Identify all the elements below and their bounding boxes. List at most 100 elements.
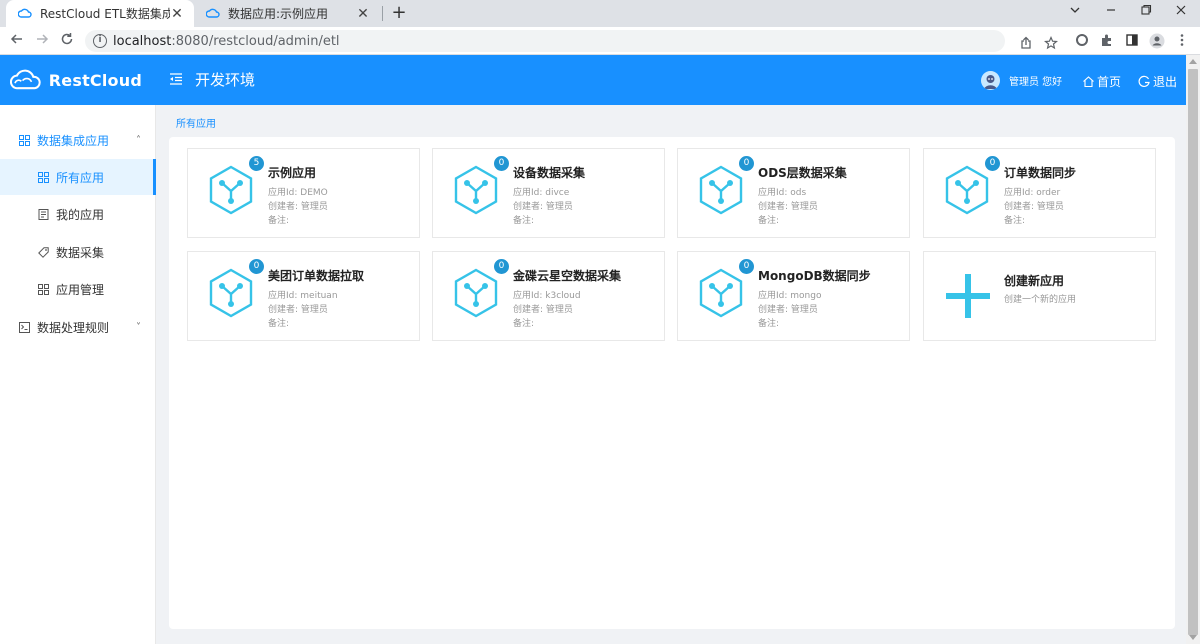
app-creator: 创建者: 管理员 <box>268 202 328 212</box>
app-id: 应用Id: DEMO <box>268 188 328 198</box>
app-note: 备注: <box>1004 216 1026 226</box>
app-creator: 创建者: 管理员 <box>758 305 818 315</box>
home-link[interactable]: 首页 <box>1082 73 1121 90</box>
app-creator: 创建者: 管理员 <box>513 305 573 315</box>
side-panel-icon[interactable] <box>1124 33 1140 49</box>
app-name: ODS层数据采集 <box>758 166 847 180</box>
user-greeting[interactable]: 管理员 您好 <box>1009 73 1062 88</box>
share-icon[interactable] <box>1018 36 1034 52</box>
sidebar-item-label: 数据采集 <box>56 245 105 260</box>
cloud-icon <box>206 7 220 21</box>
browser-menu-icon[interactable] <box>1174 33 1190 49</box>
logo-text: RestCloud <box>48 70 142 90</box>
app-name: 示例应用 <box>268 166 317 180</box>
app-name: MongoDB数据同步 <box>758 269 871 283</box>
app-note: 备注: <box>513 216 535 226</box>
browser-address-bar: i localhost:8080/restcloud/admin/etl <box>0 27 1200 55</box>
restcloud-logo[interactable]: RestCloud <box>10 63 142 97</box>
tab-separator <box>382 6 383 21</box>
app-cube-icon <box>454 165 498 215</box>
sidebar-item-label: 所有应用 <box>56 170 105 185</box>
sidebar-item-data-collection[interactable]: 数据采集 <box>0 234 156 270</box>
new-tab-button[interactable]: + <box>389 3 409 23</box>
bookmark-star-icon[interactable] <box>1043 35 1059 52</box>
logout-icon <box>1138 75 1151 88</box>
app-name: 美团订单数据拉取 <box>268 269 365 283</box>
book-icon <box>38 208 49 220</box>
app-cube-icon <box>699 165 743 215</box>
create-app-card[interactable]: 创建新应用 创建一个新的应用 <box>923 251 1156 341</box>
sidebar-item-all-apps[interactable]: 所有应用 <box>0 159 156 195</box>
chevron-down-icon: ˅ <box>136 321 141 333</box>
browser-tab-demo-app[interactable]: 数据应用:示例应用 ✕ <box>194 0 380 27</box>
app-name: 金碟云星空数据采集 <box>513 269 622 283</box>
sidebar-item-data-integration[interactable]: 数据集成应用 ˄ <box>0 122 156 158</box>
close-window-icon[interactable] <box>1172 4 1190 22</box>
environment-title: 开发环境 <box>195 71 256 89</box>
grid-icon <box>38 283 49 295</box>
sidebar-item-my-apps[interactable]: 我的应用 <box>0 196 156 232</box>
home-icon <box>1082 75 1095 88</box>
scrollbar-thumb[interactable] <box>1188 69 1198 635</box>
main-content: 所有应用 5 示例应用 应用Id: DEMO 创建者: 管理员 备注: 0 设备… <box>156 105 1186 644</box>
app-cube-icon <box>209 268 253 318</box>
app-id: 应用Id: mongo <box>758 291 822 301</box>
app-card[interactable]: 0 设备数据采集 应用Id: divce 创建者: 管理员 备注: <box>432 148 665 238</box>
scroll-up-arrow[interactable] <box>1189 59 1197 64</box>
extensions-puzzle-icon[interactable] <box>1099 33 1115 49</box>
sidebar-item-label: 我的应用 <box>56 207 105 222</box>
url-host: localhost <box>113 33 172 49</box>
scroll-down-arrow[interactable] <box>1189 635 1197 640</box>
grid-icon <box>38 171 49 183</box>
app-creator: 创建者: 管理员 <box>758 202 818 212</box>
app-card[interactable]: 0 美团订单数据拉取 应用Id: meituan 创建者: 管理员 备注: <box>187 251 420 341</box>
app-name: 设备数据采集 <box>513 166 586 180</box>
url-input[interactable]: i localhost:8080/restcloud/admin/etl <box>85 30 1059 52</box>
app-note: 备注: <box>513 319 535 329</box>
info-icon[interactable]: i <box>93 34 107 48</box>
page-scrollbar[interactable] <box>1186 55 1200 644</box>
app-name: 订单数据同步 <box>1004 166 1077 180</box>
logout-link[interactable]: 退出 <box>1138 73 1177 90</box>
app-note: 备注: <box>758 319 780 329</box>
browser-tab-restcloud[interactable]: RestCloud ETL数据集成平台 ✕ <box>6 0 194 27</box>
grid-icon <box>19 134 30 146</box>
forward-arrow-icon[interactable] <box>33 32 51 50</box>
create-app-title: 创建新应用 <box>1004 274 1065 288</box>
app-cube-icon <box>454 268 498 318</box>
cloud-logo-icon <box>10 69 41 90</box>
back-arrow-icon[interactable] <box>8 32 26 50</box>
cloud-icon <box>18 7 32 21</box>
user-avatar[interactable] <box>981 71 1000 90</box>
menu-fold-icon[interactable] <box>169 72 183 86</box>
browser-tab-bar: RestCloud ETL数据集成平台 ✕ 数据应用:示例应用 ✕ + <box>0 0 1200 27</box>
app-card[interactable]: 5 示例应用 应用Id: DEMO 创建者: 管理员 备注: <box>187 148 420 238</box>
app-cube-icon <box>699 268 743 318</box>
sidebar-item-data-rules[interactable]: 数据处理规则 ˅ <box>0 309 156 345</box>
profile-icon[interactable] <box>1149 33 1165 49</box>
breadcrumb[interactable]: 所有应用 <box>176 115 216 130</box>
close-icon[interactable]: ✕ <box>170 6 184 22</box>
tab-search-icon[interactable] <box>1066 4 1084 22</box>
terminal-icon <box>19 321 30 333</box>
app-card[interactable]: 0 金碟云星空数据采集 应用Id: k3cloud 创建者: 管理员 备注: <box>432 251 665 341</box>
minimize-icon[interactable] <box>1102 4 1120 22</box>
flow-count-badge: 0 <box>249 259 264 274</box>
tag-icon <box>38 246 49 258</box>
app-card[interactable]: 0 MongoDB数据同步 应用Id: mongo 创建者: 管理员 备注: <box>677 251 910 341</box>
app-cube-icon <box>209 165 253 215</box>
extension-circle-icon[interactable] <box>1074 33 1090 49</box>
app-id: 应用Id: meituan <box>268 291 338 301</box>
restore-icon[interactable] <box>1137 4 1155 22</box>
app-creator: 创建者: 管理员 <box>513 202 573 212</box>
flow-count-badge: 0 <box>494 259 509 274</box>
flow-count-badge: 0 <box>739 259 754 274</box>
flow-count-badge: 0 <box>494 156 509 171</box>
sidebar-item-label: 数据处理规则 <box>37 320 110 335</box>
sidebar: 数据集成应用 ˄ 所有应用 我的应用 数据采集 应用管理 数据处理规则 ˅ <box>0 105 156 644</box>
reload-icon[interactable] <box>58 32 76 50</box>
sidebar-item-app-management[interactable]: 应用管理 <box>0 271 156 307</box>
app-card[interactable]: 0 ODS层数据采集 应用Id: ods 创建者: 管理员 备注: <box>677 148 910 238</box>
close-icon[interactable]: ✕ <box>356 6 370 22</box>
app-card[interactable]: 0 订单数据同步 应用Id: order 创建者: 管理员 备注: <box>923 148 1156 238</box>
